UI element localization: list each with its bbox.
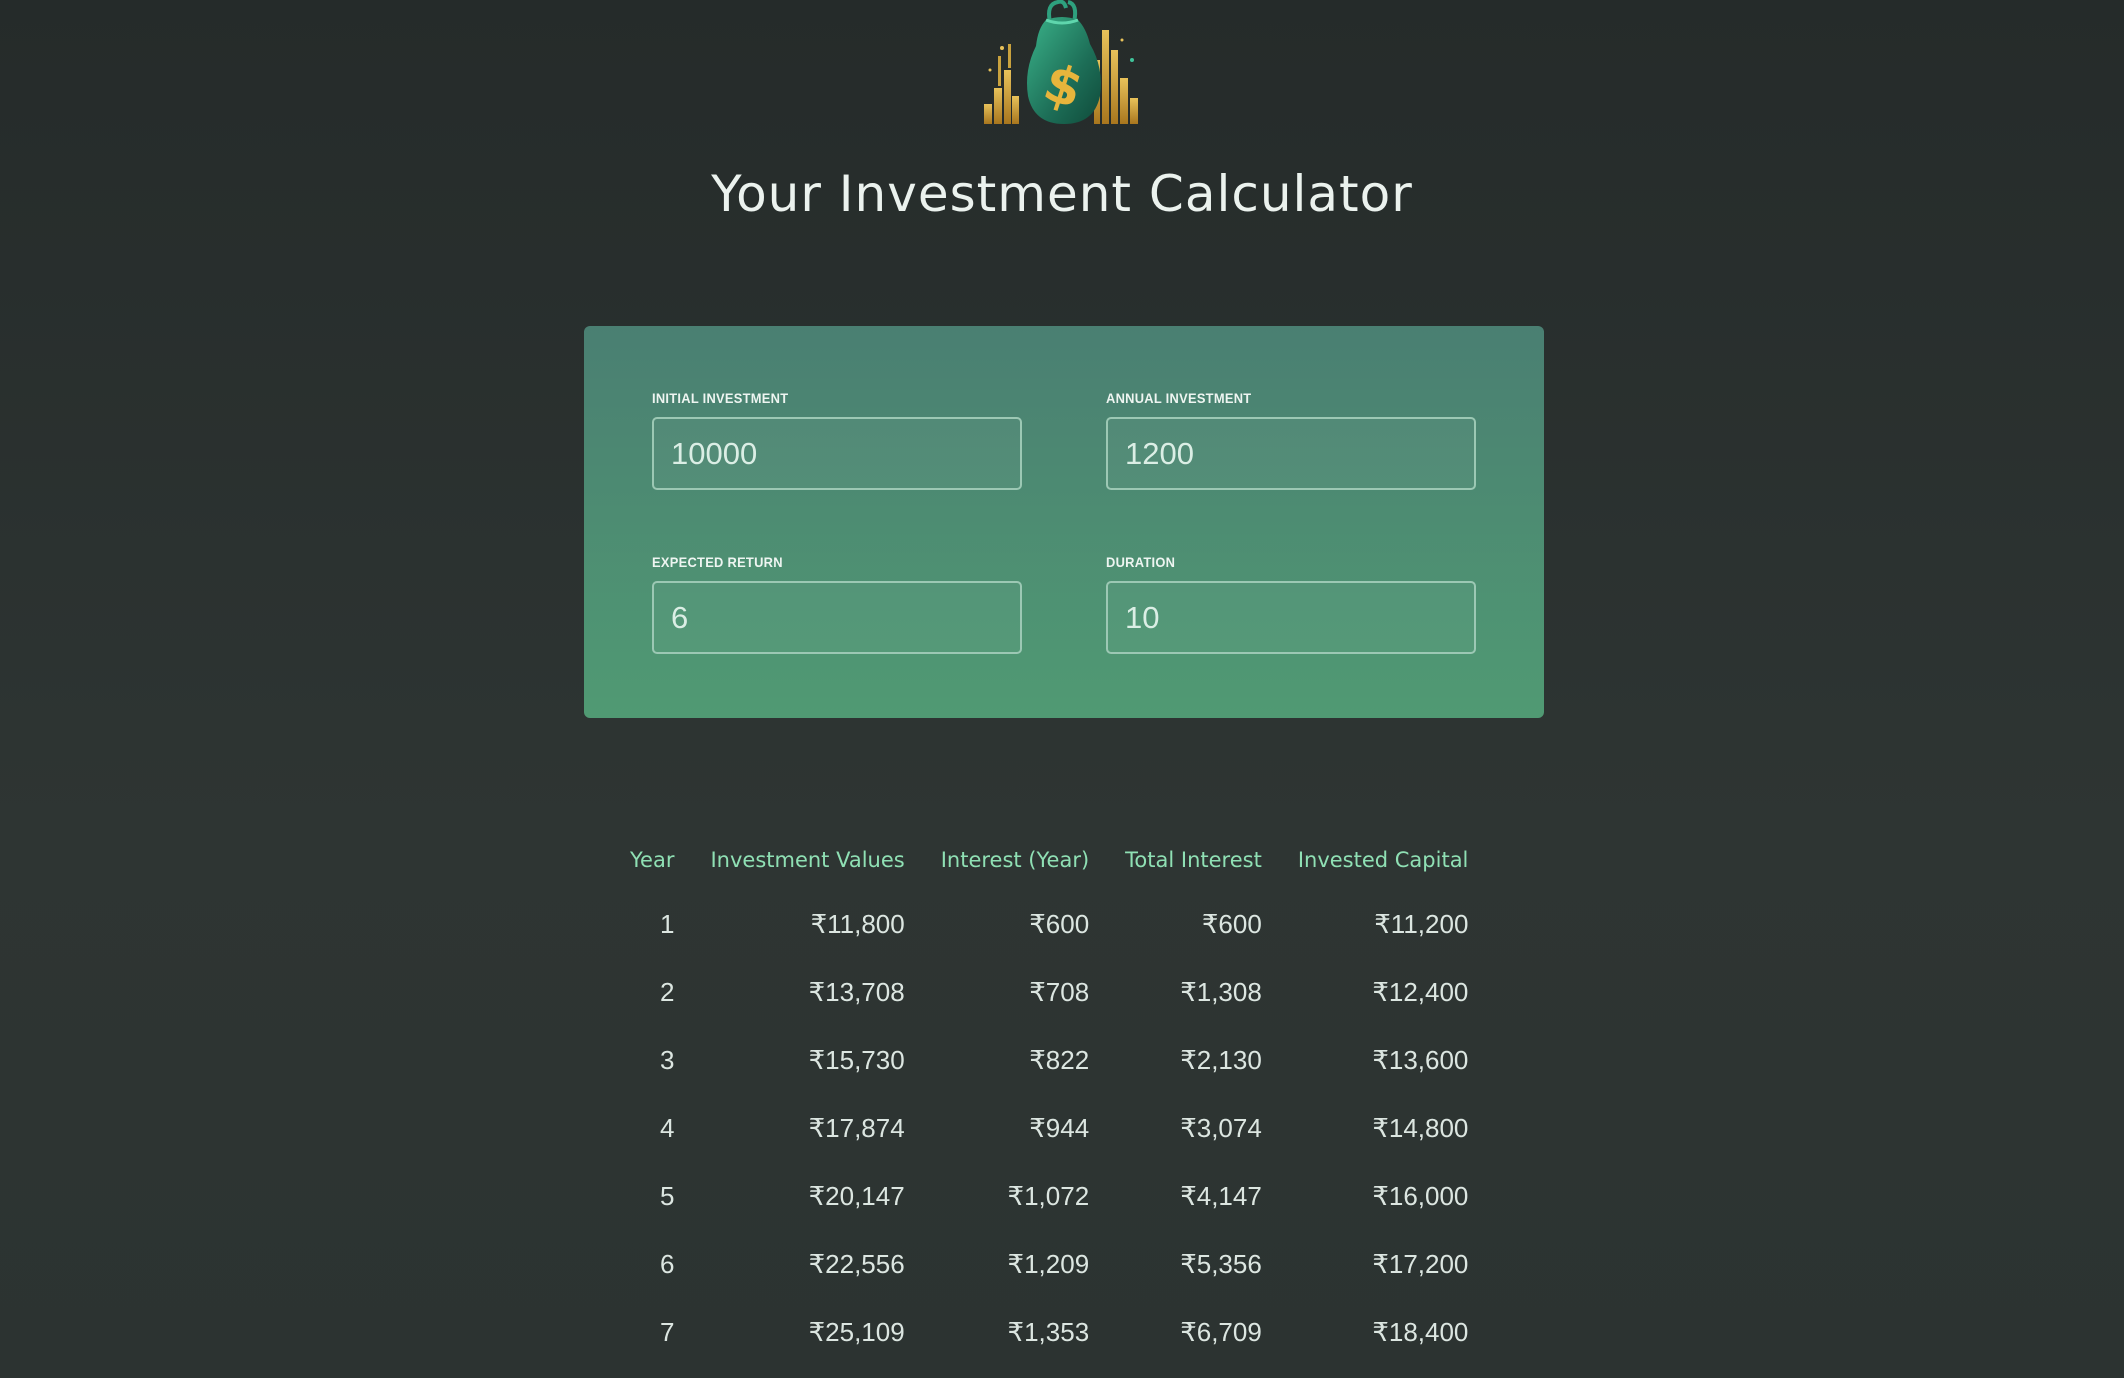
- duration-input[interactable]: [1106, 581, 1476, 654]
- cell-year: 6: [660, 1248, 675, 1279]
- cell-total-interest: ₹1,308: [1180, 976, 1262, 1007]
- cell-investment-value: ₹17,874: [808, 1112, 905, 1143]
- table-row: 6 ₹22,556 ₹1,209 ₹5,356 ₹17,200: [612, 1230, 1486, 1298]
- cell-total-interest: ₹3,074: [1180, 1112, 1262, 1143]
- cell-investment-value: ₹25,109: [808, 1316, 905, 1347]
- column-header-year: Year: [630, 848, 675, 872]
- results-table: Year Investment Values Interest (Year) T…: [612, 830, 1486, 1366]
- cell-interest-year: ₹1,353: [1007, 1316, 1090, 1347]
- table-row: 5 ₹20,147 ₹1,072 ₹4,147 ₹16,000: [612, 1162, 1486, 1230]
- cell-year: 7: [660, 1316, 675, 1347]
- cell-invested-capital: ₹11,200: [1374, 908, 1469, 939]
- table-row: 3 ₹15,730 ₹822 ₹2,130 ₹13,600: [612, 1026, 1486, 1094]
- cell-year: 5: [660, 1180, 675, 1211]
- cell-interest-year: ₹822: [1029, 1044, 1090, 1075]
- table-row: 4 ₹17,874 ₹944 ₹3,074 ₹14,800: [612, 1094, 1486, 1162]
- initial-investment-input[interactable]: [652, 417, 1022, 490]
- cell-invested-capital: ₹12,400: [1372, 976, 1469, 1007]
- cell-interest-year: ₹1,209: [1007, 1248, 1090, 1279]
- page-title: Your Investment Calculator: [711, 165, 1413, 223]
- cell-total-interest: ₹600: [1201, 908, 1262, 939]
- cell-year: 4: [660, 1112, 675, 1143]
- column-header-interest-year: Interest (Year): [940, 848, 1090, 872]
- initial-investment-field: INITIAL INVESTMENT: [652, 388, 1022, 490]
- cell-interest-year: ₹1,072: [1007, 1180, 1090, 1211]
- column-header-investment-values: Investment Values: [710, 848, 905, 872]
- money-bag-icon: $: [982, 0, 1142, 126]
- cell-total-interest: ₹2,130: [1180, 1044, 1262, 1075]
- table-row: 7 ₹25,109 ₹1,353 ₹6,709 ₹18,400: [612, 1298, 1486, 1366]
- cell-invested-capital: ₹16,000: [1372, 1180, 1469, 1211]
- column-header-total-interest: Total Interest: [1125, 848, 1262, 872]
- cell-year: 1: [660, 908, 675, 939]
- annual-investment-label: ANNUAL INVESTMENT: [1106, 390, 1252, 406]
- cell-invested-capital: ₹18,400: [1372, 1316, 1469, 1347]
- cell-investment-value: ₹11,800: [810, 908, 905, 939]
- cell-year: 3: [660, 1044, 675, 1075]
- column-header-invested-capital: Invested Capital: [1297, 848, 1469, 872]
- cell-invested-capital: ₹13,600: [1372, 1044, 1469, 1075]
- expected-return-field: EXPECTED RETURN: [652, 552, 1022, 654]
- expected-return-input[interactable]: [652, 581, 1022, 654]
- annual-investment-field: ANNUAL INVESTMENT: [1106, 388, 1476, 490]
- cell-total-interest: ₹5,356: [1180, 1248, 1262, 1279]
- expected-return-label: EXPECTED RETURN: [652, 554, 783, 570]
- cell-investment-value: ₹15,730: [808, 1044, 905, 1075]
- table-row: 2 ₹13,708 ₹708 ₹1,308 ₹12,400: [612, 958, 1486, 1026]
- cell-investment-value: ₹13,708: [808, 976, 905, 1007]
- cell-invested-capital: ₹17,200: [1372, 1248, 1469, 1279]
- cell-total-interest: ₹6,709: [1180, 1316, 1262, 1347]
- duration-field: DURATION: [1106, 552, 1476, 654]
- duration-label: DURATION: [1106, 554, 1176, 570]
- cell-invested-capital: ₹14,800: [1372, 1112, 1469, 1143]
- cell-interest-year: ₹708: [1029, 976, 1090, 1007]
- table-row: 1 ₹11,800 ₹600 ₹600 ₹11,200: [612, 890, 1486, 958]
- cell-interest-year: ₹944: [1029, 1112, 1090, 1143]
- annual-investment-input[interactable]: [1106, 417, 1476, 490]
- cell-year: 2: [660, 976, 675, 1007]
- cell-investment-value: ₹20,147: [808, 1180, 905, 1211]
- initial-investment-label: INITIAL INVESTMENT: [652, 390, 789, 406]
- calculator-input-panel: INITIAL INVESTMENT ANNUAL INVESTMENT EXP…: [584, 326, 1544, 718]
- cell-total-interest: ₹4,147: [1180, 1180, 1262, 1211]
- cell-investment-value: ₹22,556: [808, 1248, 905, 1279]
- table-header-row: Year Investment Values Interest (Year) T…: [612, 830, 1486, 890]
- cell-interest-year: ₹600: [1029, 908, 1090, 939]
